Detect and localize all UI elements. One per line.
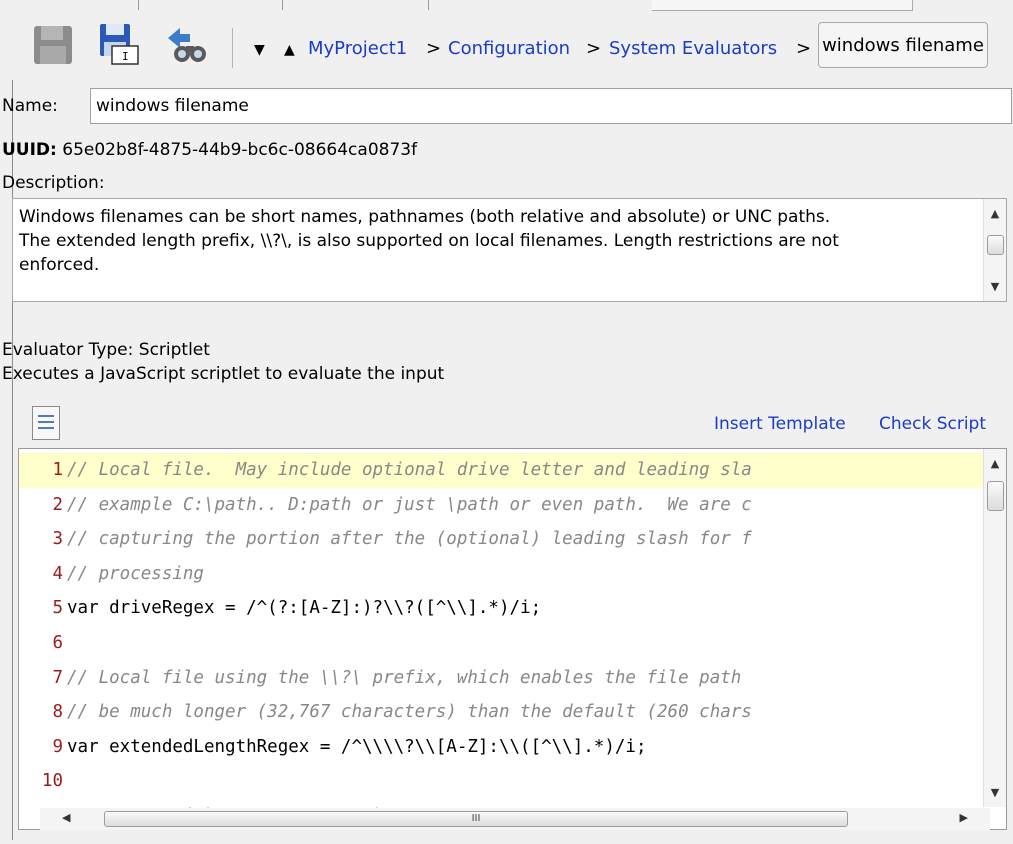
toolbar-separator — [232, 28, 233, 68]
editor-toolbar: I ▼ ▲ MyProject1 > Configuration > Syste… — [0, 14, 1013, 74]
scroll-up-icon[interactable]: ▲ — [984, 457, 1006, 470]
doc-line — [38, 427, 54, 429]
scroll-right-icon[interactable]: ▶ — [960, 811, 968, 824]
line-number: 7 — [52, 667, 63, 688]
line-text: // be much longer (32,767 characters) th… — [67, 702, 752, 723]
line-number: 10 — [41, 771, 63, 792]
evaluator-type-row: Evaluator Type: Scriptlet — [2, 340, 210, 360]
scroll-down-icon[interactable]: ▼ — [984, 280, 1006, 293]
description-line: The extended length prefix, \\?\, is als… — [19, 231, 839, 251]
line-text: // capturing the portion after the (opti… — [67, 529, 752, 550]
code-line[interactable]: 8// be much longer (32,767 characters) t… — [19, 695, 984, 730]
document-icon[interactable] — [32, 406, 60, 440]
line-number: 2 — [52, 494, 63, 515]
description-text: Windows filenames can be short names, pa… — [19, 205, 971, 277]
code-lines: 1// Local file. May include optional dri… — [19, 453, 984, 829]
name-label: Name: — [2, 96, 58, 116]
description-line: Windows filenames can be short names, pa… — [19, 207, 831, 227]
code-line[interactable]: 9 var extendedLengthRegex = /^\\\\?\\[A-Z… — [19, 730, 984, 765]
line-number: 4 — [52, 563, 63, 584]
doc-line — [38, 415, 54, 417]
column-divider — [138, 0, 139, 10]
description-line: enforced. — [19, 255, 100, 275]
description-textarea[interactable]: Windows filenames can be short names, pa… — [12, 198, 1007, 302]
line-number: 1 — [52, 460, 63, 480]
script-editor[interactable]: 1// Local file. May include optional dri… — [18, 448, 1007, 830]
breadcrumb-separator: > — [426, 38, 442, 59]
breadcrumb-item-project[interactable]: MyProject1 — [308, 38, 407, 59]
editor-horizontal-scrollbar[interactable]: ◀ III ▶ — [40, 808, 990, 830]
insert-template-link[interactable]: Insert Template — [714, 414, 846, 434]
code-line[interactable]: 2// example C:\path.. D:path or just \pa… — [19, 488, 984, 523]
binoculars-link-icon[interactable] — [164, 24, 208, 66]
scroll-left-icon[interactable]: ◀ — [62, 811, 70, 824]
uuid-value: 65e02b8f-4875-44b9-bc6c-08664ca0873f — [62, 140, 418, 160]
evaluator-type-label: Evaluator Type: — [2, 340, 134, 360]
line-text: // example C:\path.. D:path or just \pat… — [67, 494, 752, 515]
line-text: var driveRegex = /^(?:[A-Z]:)?\\?([^\\].… — [67, 598, 542, 619]
uuid-row: UUID: 65e02b8f-4875-44b9-bc6c-08664ca087… — [2, 140, 417, 160]
scroll-down-icon[interactable]: ▼ — [984, 786, 1006, 799]
scrollbar-thumb[interactable] — [987, 235, 1004, 255]
breadcrumb-separator: > — [586, 38, 602, 59]
scroll-up-icon[interactable]: ▲ — [984, 207, 1006, 220]
line-text: var extendedLengthRegex = /^\\\\?\\[A-Z]… — [67, 736, 647, 757]
line-text: // Local file using the \\?\ prefix, whi… — [67, 667, 742, 688]
name-input[interactable]: windows filename — [90, 88, 1012, 124]
column-divider — [428, 0, 429, 10]
code-line[interactable]: 4// processing — [19, 557, 984, 592]
breadcrumb-item-system-evaluators[interactable]: System Evaluators — [609, 38, 777, 59]
line-number: 6 — [52, 632, 63, 653]
top-panel-field — [652, 0, 913, 11]
column-divider — [282, 0, 283, 10]
svg-text:I: I — [122, 50, 129, 63]
save-as-icon[interactable]: I — [98, 24, 142, 66]
code-line[interactable]: 5 var driveRegex = /^(?:[A-Z]:)?\\?([^\\]… — [19, 591, 984, 626]
description-label: Description: — [2, 173, 105, 193]
check-script-link[interactable]: Check Script — [879, 414, 986, 434]
line-text: // processing — [67, 563, 204, 584]
code-line[interactable]: 1// Local file. May include optional dri… — [19, 453, 984, 488]
code-line[interactable]: 10 — [19, 764, 984, 799]
nav-up-icon[interactable]: ▲ — [284, 42, 295, 58]
scrollbar-thumb[interactable] — [987, 481, 1004, 511]
description-scrollbar[interactable]: ▲ ▼ — [983, 199, 1006, 301]
uuid-label: UUID: — [2, 140, 57, 160]
breadcrumb-separator: > — [796, 38, 812, 59]
line-number: 9 — [52, 736, 63, 757]
evaluator-description: Executes a JavaScript scriptlet to evalu… — [2, 364, 445, 384]
save-disabled-icon[interactable] — [32, 24, 76, 66]
breadcrumb-current[interactable]: windows filename — [818, 22, 988, 68]
top-panel-edge — [0, 0, 1013, 12]
breadcrumb-item-configuration[interactable]: Configuration — [448, 38, 570, 59]
doc-line — [38, 421, 54, 423]
code-line[interactable]: 7// Local file using the \\?\ prefix, wh… — [19, 661, 984, 696]
editor-vertical-scrollbar[interactable]: ▲ ▼ — [983, 449, 1006, 807]
line-number: 5 — [52, 598, 63, 619]
line-text: // Local file. May include optional driv… — [67, 460, 752, 480]
scrollbar-thumb[interactable]: III — [104, 811, 848, 827]
nav-down-icon[interactable]: ▼ — [254, 42, 265, 58]
line-number: 8 — [52, 702, 63, 723]
line-number: 3 — [52, 529, 63, 550]
evaluator-type-value: Scriptlet — [138, 340, 210, 360]
panel-left-border — [12, 80, 13, 840]
code-line[interactable]: 6 — [19, 626, 984, 661]
code-line[interactable]: 3// capturing the portion after the (opt… — [19, 522, 984, 557]
